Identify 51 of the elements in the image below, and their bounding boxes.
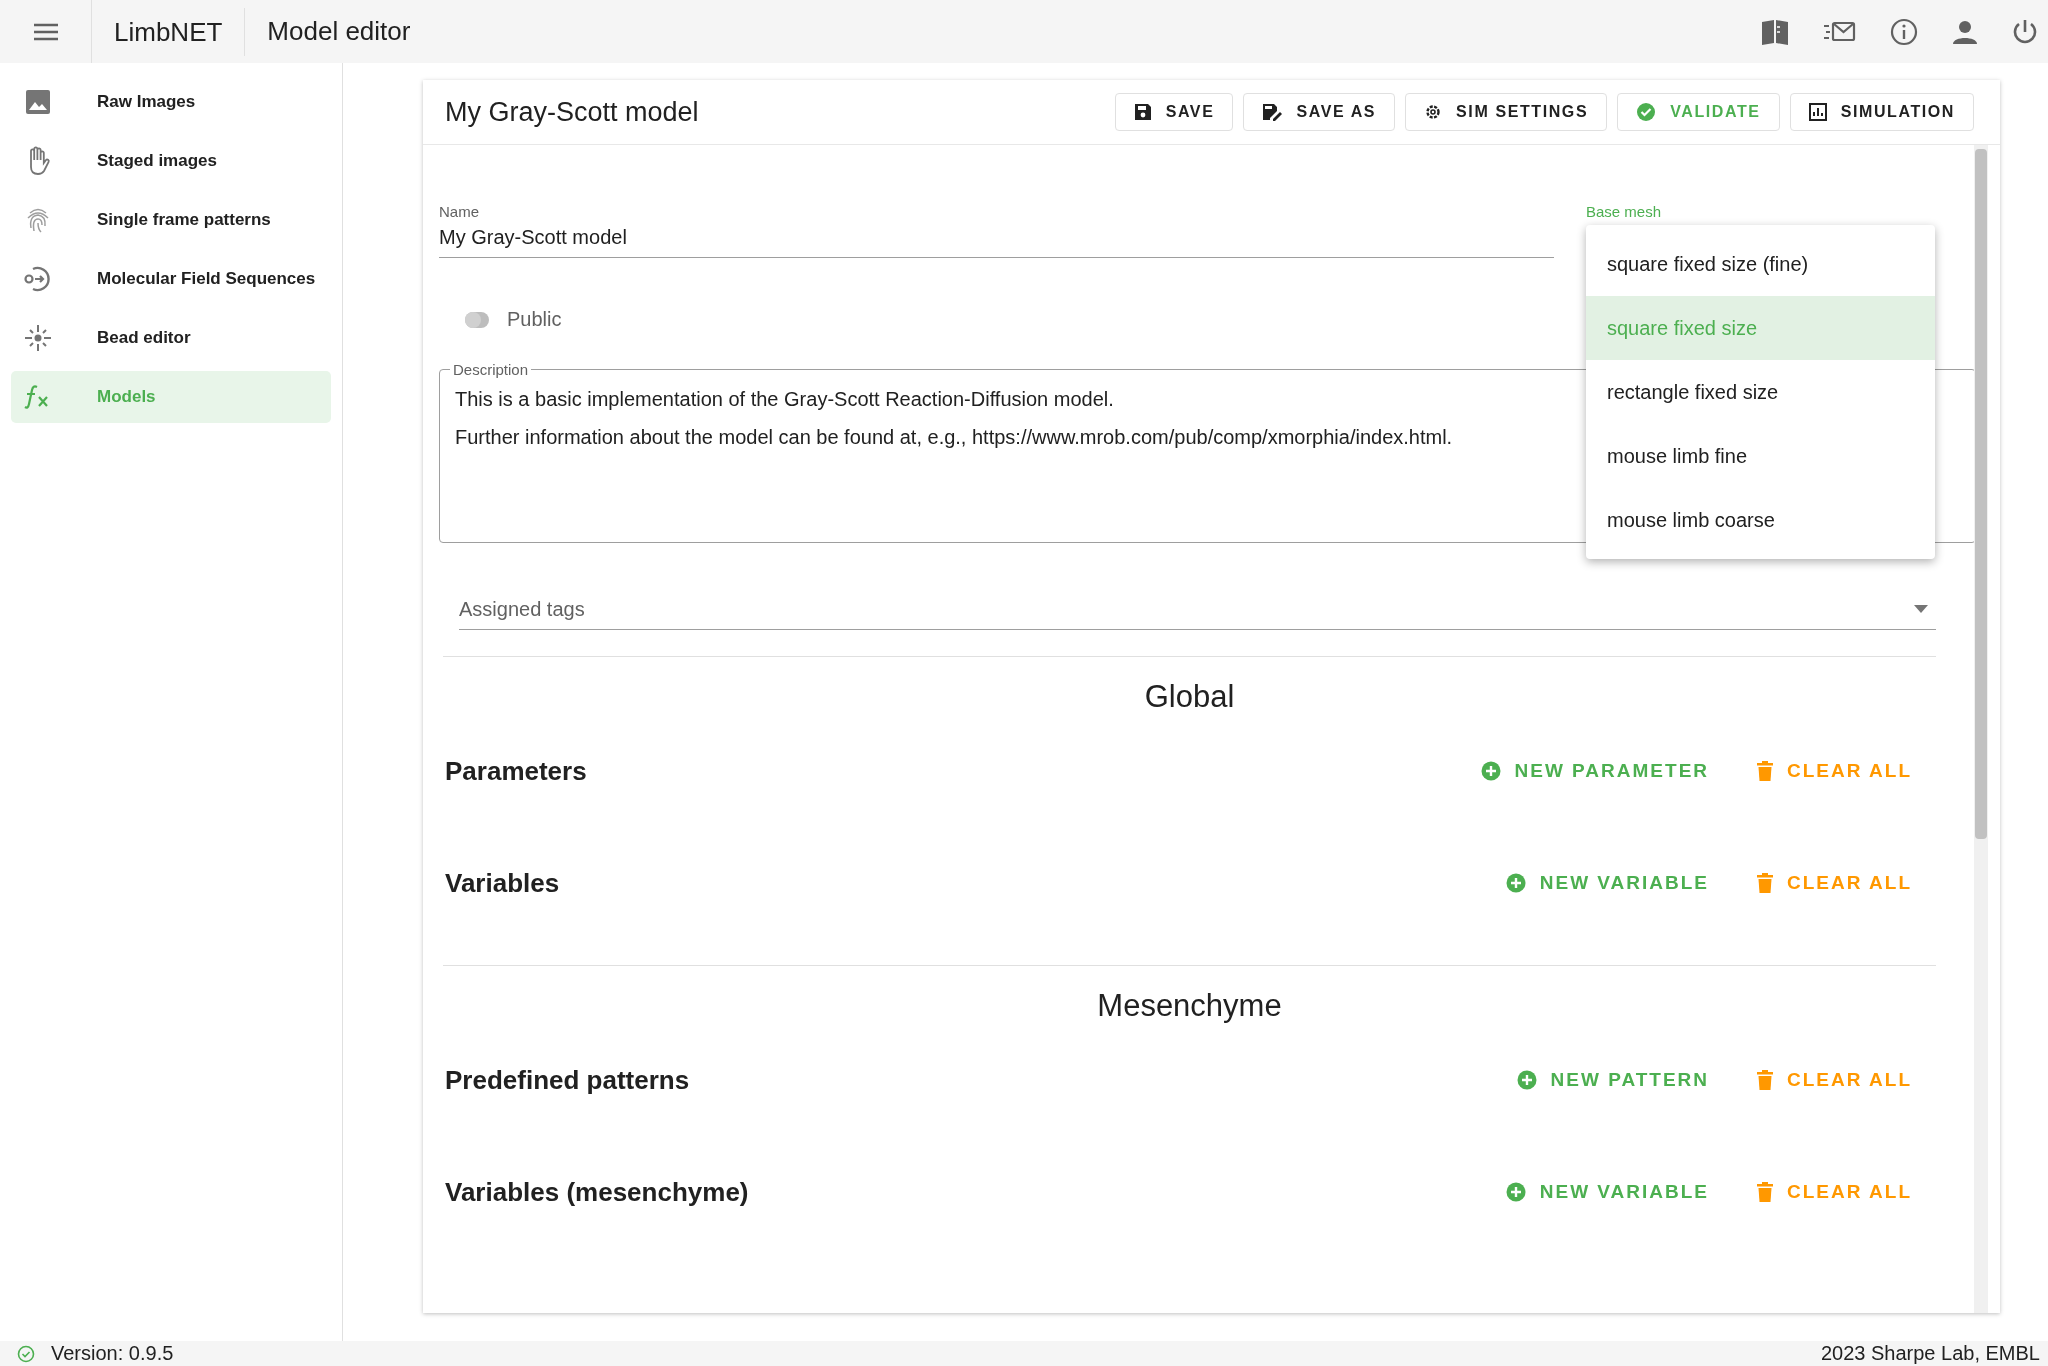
check-circle-icon — [1636, 102, 1657, 122]
trash-icon — [1757, 761, 1774, 781]
info-icon[interactable] — [1890, 17, 1918, 46]
image-icon — [23, 89, 53, 115]
scrollbar-thumb[interactable] — [1975, 149, 1987, 839]
power-icon[interactable] — [2012, 17, 2038, 46]
plus-circle-icon — [1505, 1182, 1526, 1202]
tags-select[interactable]: Assigned tags — [459, 589, 1936, 630]
sidebar-item[interactable]: Raw Images — [11, 76, 331, 128]
trash-icon — [1757, 873, 1774, 893]
check-circle-icon — [17, 1344, 35, 1363]
public-toggle[interactable] — [465, 311, 489, 328]
version-text: Version: 0.9.5 — [51, 1342, 174, 1365]
trash-icon — [1757, 1070, 1774, 1090]
sidebar-item[interactable]: Bead editor — [11, 312, 331, 364]
bead-icon — [23, 324, 53, 352]
public-label: Public — [507, 308, 562, 331]
sidebar-item[interactable]: Single frame patterns — [11, 194, 331, 246]
section-heading: Global — [1144, 679, 1235, 715]
floppy-pencil-icon — [1262, 103, 1283, 121]
dropdown-option[interactable]: square fixed size (fine) — [1586, 232, 1935, 296]
plus-circle-icon — [1505, 873, 1526, 893]
toolbar-button[interactable]: SAVE — [1114, 93, 1234, 131]
base-mesh-label: Base mesh — [1586, 203, 1662, 220]
section-heading: Mesenchyme — [1097, 988, 1282, 1024]
sidebar-item[interactable]: Staged images — [11, 135, 331, 187]
caret-icon — [1914, 605, 1928, 613]
model-title: My Gray-Scott model — [445, 96, 699, 128]
book-icon[interactable] — [1760, 18, 1790, 45]
credit-text: 2023 Sharpe Lab, EMBL — [1820, 1342, 2040, 1365]
plus-circle-icon — [1480, 761, 1501, 781]
section-title: Parameters — [445, 755, 587, 787]
app-name: LimbNET — [92, 7, 246, 56]
mail-icon[interactable] — [1824, 20, 1856, 43]
toolbar-button[interactable]: SIM SETTINGS — [1405, 93, 1608, 131]
user-icon[interactable] — [1952, 18, 1978, 45]
toolbar-button[interactable]: SIMULATION — [1789, 93, 1974, 131]
dropdown-option[interactable]: rectangle fixed size — [1586, 360, 1935, 424]
page-title: Model editor — [266, 16, 411, 47]
sidebar-item[interactable]: Molecular Field Sequences — [11, 253, 331, 305]
toolbar-button[interactable]: SAVE AS — [1243, 93, 1396, 131]
section-title: Predefined patterns — [445, 1064, 690, 1096]
name-field[interactable]: Name My Gray-Scott model — [439, 203, 1554, 258]
trash-icon — [1757, 1182, 1774, 1202]
bar-chart-icon — [1808, 103, 1827, 121]
settings-icon — [1424, 103, 1443, 121]
dropdown-option[interactable]: mouse limb fine — [1586, 424, 1935, 488]
plus-circle-icon — [1516, 1070, 1537, 1090]
sequence-icon — [23, 265, 53, 293]
section-title: Variables — [445, 867, 560, 899]
section-title: Variables (mesenchyme) — [445, 1176, 749, 1208]
